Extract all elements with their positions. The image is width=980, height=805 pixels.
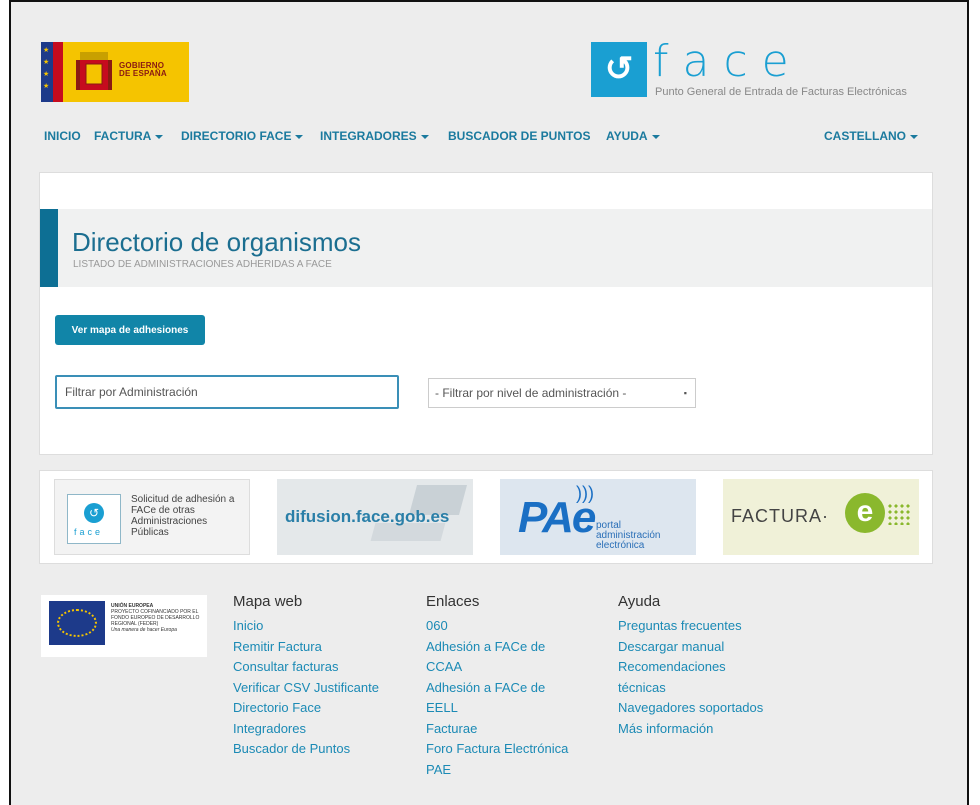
page-subtitle: LISTADO DE ADMINISTRACIONES ADHERIDAS A … <box>73 259 332 270</box>
page-title: Directorio de organismos <box>72 227 362 257</box>
footer-link[interactable]: Consultar facturas <box>233 657 379 678</box>
dot-grid-icon <box>887 503 911 525</box>
gov-logo-line-2: DE ESPAÑA <box>119 69 167 78</box>
footer-link[interactable]: Integradores <box>233 719 379 740</box>
footer-link[interactable]: CCAA <box>426 657 568 678</box>
eu-stars-icon <box>57 609 97 637</box>
banner-solicitud-adhesion[interactable]: ↺ face Solicitud de adhesión a FACe de o… <box>54 479 250 555</box>
caret-down-icon <box>651 134 660 139</box>
caret-down-icon <box>910 134 918 139</box>
face-badge-icon: ↺ <box>591 42 647 97</box>
factura-e-circle-icon: e <box>845 493 885 533</box>
footer-link[interactable]: EELL <box>426 698 568 719</box>
flag-red-stripe <box>53 42 63 102</box>
footer-heading: Mapa web <box>233 593 303 610</box>
title-band: Directorio de organismos LISTADO DE ADMI… <box>40 209 932 287</box>
footer-link[interactable]: Remitir Factura <box>233 637 379 658</box>
face-mini-word: face <box>74 527 104 537</box>
footer-link[interactable]: PAE <box>426 760 568 781</box>
eu-logo-text: UNIÓN EUROPEA PROYECTO COFINANCIADO POR … <box>111 603 203 633</box>
footer-link[interactable]: Descargar manual <box>618 637 763 658</box>
filter-nivel-select[interactable]: - Filtrar por nivel de administración - … <box>428 378 696 408</box>
banner-strip: ↺ face Solicitud de adhesión a FACe de o… <box>39 470 933 564</box>
nav-label: INTEGRADORES <box>320 129 417 143</box>
caret-down-icon <box>295 134 304 139</box>
footer-link[interactable]: Directorio Face <box>233 698 379 719</box>
banner-pae[interactable]: PAe ))) portal administración electrónic… <box>500 479 696 555</box>
footer-link[interactable]: Facturae <box>426 719 568 740</box>
nav-item-inicio[interactable]: INICIO <box>44 129 81 143</box>
footer-heading: Ayuda <box>618 593 661 610</box>
banner-factura-e[interactable]: FACTURA· e <box>723 479 919 555</box>
face-dot-icon: ↺ <box>84 503 104 523</box>
gov-logo-text: GOBIERNO DE ESPAÑA <box>119 62 167 78</box>
caret-down-icon <box>155 134 164 139</box>
language-selector[interactable]: CASTELLANO <box>824 129 918 143</box>
footer-link[interactable]: Más información <box>618 719 763 740</box>
face-mini-logo: ↺ face <box>67 494 121 544</box>
footer-link[interactable]: Adhesión a FACe de <box>426 678 568 699</box>
footer-link[interactable]: 060 <box>426 616 568 637</box>
face-logo[interactable]: ↺ face Punto General de Entrada de Factu… <box>591 36 951 102</box>
footer-link[interactable]: Recomendaciones <box>618 657 763 678</box>
coat-of-arms-icon <box>76 52 112 90</box>
footer-link[interactable]: Buscador de Puntos <box>233 739 379 760</box>
page-frame: ★ ★ ★ ★ GOBIERNO DE ESPAÑA ↺ face Punto Gen… <box>9 0 969 805</box>
eu-feder-logo: UNIÓN EUROPEA PROYECTO COFINANCIADO POR … <box>41 595 207 657</box>
caret-down-icon <box>420 134 429 139</box>
nav-label: DIRECTORIO FACE <box>181 129 292 143</box>
select-arrow-icon: ▪ <box>683 388 687 398</box>
footer-link[interactable]: técnicas <box>618 678 763 699</box>
filter-nivel-select-value: - Filtrar por nivel de administración - <box>435 386 627 400</box>
gobierno-espana-logo[interactable]: ★ ★ ★ ★ GOBIERNO DE ESPAÑA <box>41 42 189 102</box>
footer-link[interactable]: Navegadores soportados <box>618 698 763 719</box>
footer-column-ayuda: Ayuda Preguntas frecuentes Descargar man… <box>618 592 763 739</box>
footer-link[interactable]: Foro Factura Electrónica <box>426 739 568 760</box>
eu-flag-icon <box>49 601 105 645</box>
banner-difusion[interactable]: difusion.face.gob.es <box>277 479 473 555</box>
nav-item-buscador-de-puntos[interactable]: BUSCADOR DE PUNTOS <box>448 129 590 143</box>
face-logo-word: face <box>653 36 803 87</box>
nav-label: FACTURA <box>94 129 152 143</box>
nav-item-integradores[interactable]: INTEGRADORES <box>320 129 429 143</box>
footer-link[interactable]: Inicio <box>233 616 379 637</box>
footer-heading: Enlaces <box>426 593 480 610</box>
nav-label: INICIO <box>44 129 81 143</box>
nav-item-factura[interactable]: FACTURA <box>94 129 164 143</box>
factura-e-text: FACTURA· <box>731 506 829 526</box>
eu-text-line: Una manera de hacer Europa <box>111 627 177 633</box>
directory-panel: Directorio de organismos LISTADO DE ADMI… <box>39 172 933 455</box>
flag-icon: ★ ★ ★ ★ <box>41 42 53 102</box>
footer-column-mapa-web: Mapa web Inicio Remitir Factura Consulta… <box>233 592 379 760</box>
map-adhesiones-button[interactable]: Ver mapa de adhesiones <box>55 315 205 345</box>
footer-column-enlaces: Enlaces 060 Adhesión a FACe de CCAA Adhe… <box>426 592 568 780</box>
footer-link[interactable]: Preguntas frecuentes <box>618 616 763 637</box>
signal-waves-icon: ))) <box>576 483 594 503</box>
nav-item-directorio-face[interactable]: DIRECTORIO FACE <box>181 129 304 143</box>
nav-item-ayuda[interactable]: AYUDA <box>606 129 660 143</box>
title-accent-bar <box>40 209 58 287</box>
pae-text-line: electrónica <box>596 540 645 551</box>
filter-administracion-input[interactable] <box>55 375 399 409</box>
language-label: CASTELLANO <box>824 129 906 143</box>
nav-label: BUSCADOR DE PUNTOS <box>448 129 591 143</box>
main-nav: INICIO FACTURA DIRECTORIO FACE INTEGRADO… <box>44 129 937 147</box>
nav-label: AYUDA <box>606 129 648 143</box>
eu-text-line: PROYECTO COFINANCIADO POR EL FONDO EUROP… <box>111 609 200 627</box>
footer-link[interactable]: Verificar CSV Justificante <box>233 678 379 699</box>
banner-adhesion-text: Solicitud de adhesión a FACe de otras Ad… <box>131 494 235 538</box>
banner-difusion-text: difusion.face.gob.es <box>285 507 450 526</box>
face-logo-subtitle: Punto General de Entrada de Facturas Ele… <box>655 86 907 98</box>
footer-link[interactable]: Adhesión a FACe de <box>426 637 568 658</box>
pae-text: portal administración electrónica <box>596 521 660 551</box>
